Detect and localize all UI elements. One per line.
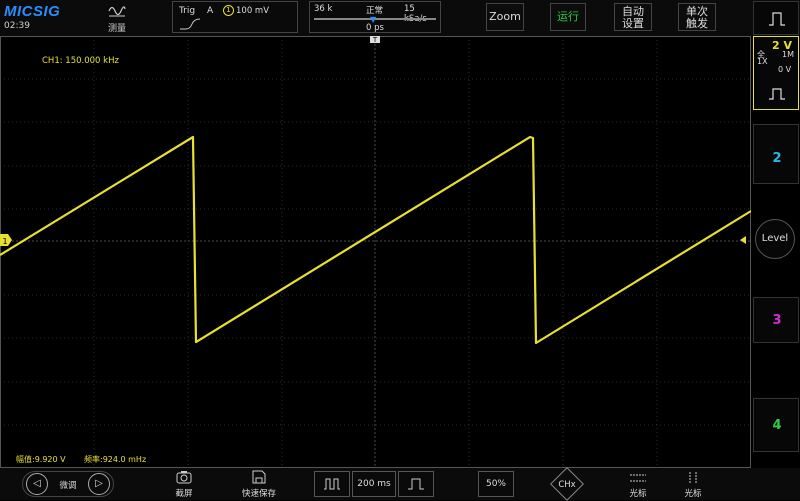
pulse-wave-icon — [769, 12, 785, 26]
ch1-waveform-shortcut[interactable] — [753, 1, 799, 35]
horizontal-delay: 0 ps — [366, 23, 384, 33]
trigger-panel[interactable]: Trig A 1 100 mV — [172, 1, 298, 33]
ch1-frequency-readout: CH1: 150.000 kHz — [42, 56, 119, 66]
trigger-channel-badge: 1 — [223, 5, 234, 16]
quick-save-button[interactable]: 快速保存 — [238, 470, 280, 500]
brand-logo: MICSIG — [4, 3, 61, 20]
chevron-left-icon[interactable]: ◁ — [26, 473, 48, 495]
auto-setup-button[interactable]: 自动 设置 — [614, 3, 652, 31]
single-trigger-button[interactable]: 单次 触发 — [678, 3, 716, 31]
narrow-pulse-icon — [408, 478, 424, 490]
vertical-cursor-button[interactable]: 光标 — [677, 470, 709, 500]
ch1-impedance: 1M — [782, 50, 794, 59]
timebase-increase-button[interactable] — [398, 471, 434, 497]
rising-edge-icon — [180, 18, 201, 30]
fine-tune-label[interactable]: 微调 — [52, 479, 84, 491]
wide-pulse-icon — [324, 478, 340, 490]
quick-save-label: 快速保存 — [241, 489, 276, 499]
horizontal-cursor-icon — [630, 474, 646, 482]
single-trigger-label-2: 触发 — [686, 17, 708, 30]
measure-button[interactable]: 测量 — [104, 2, 130, 34]
amplitude-measurement[interactable]: 幅值:9.920 V — [16, 454, 66, 465]
svg-text:T: T — [372, 36, 378, 44]
trigger-title: Trig — [179, 6, 196, 16]
top-bar: MICSIG 02:39 测量 Trig A 1 100 mV 36 k 正常 … — [0, 0, 800, 36]
run-button[interactable]: 运行 — [550, 3, 586, 31]
ch2-label: 2 — [772, 151, 782, 166]
ch1-marker-label: 1 — [2, 237, 7, 246]
save-icon — [252, 470, 266, 484]
zoom-button[interactable]: Zoom — [486, 3, 524, 31]
chx-button-label[interactable]: CHx — [552, 480, 582, 490]
horizontal-cursor-button[interactable]: 光标 — [622, 470, 654, 500]
clock: 02:39 — [4, 21, 30, 31]
measure-label: 测量 — [107, 24, 126, 34]
screenshot-button[interactable]: 截屏 — [168, 470, 200, 500]
timebase-value[interactable]: 200 ms — [352, 471, 396, 497]
sample-rate: 15 kSa/s — [404, 4, 427, 24]
ch1-offset: 0 V — [778, 65, 792, 74]
ch4-button[interactable]: 4 — [753, 398, 799, 452]
auto-setup-label-2: 设置 — [622, 17, 644, 30]
vertical-cursor-icon — [689, 472, 697, 484]
trigger-level-knob[interactable]: Level — [755, 219, 795, 259]
ch1-pulse-icon — [769, 88, 785, 100]
ch3-label: 3 — [772, 313, 782, 328]
sine-wave-icon — [108, 6, 126, 17]
camera-icon — [176, 471, 192, 484]
ch1-probe-ratio: 1X — [757, 57, 768, 66]
bottom-toolbar: ◁ 微调 ▷ 截屏 快速保存 200 ms 50% CHx 光标 光标 — [0, 467, 800, 501]
horizontal-cursor-label: 光标 — [629, 489, 647, 499]
trigger-time-marker-icon[interactable]: T — [370, 36, 380, 44]
frequency-measurement[interactable]: 频率:924.0 mHz — [84, 454, 146, 465]
vertical-cursor-label: 光标 — [684, 489, 702, 499]
timebase-panel[interactable]: 36 k 正常 15 kSa/s ▼ 0 ps — [309, 1, 441, 33]
waveform-display[interactable]: T 1 CH1: 150.000 kHz — [0, 36, 751, 468]
ch4-label: 4 — [772, 418, 782, 433]
timebase-decrease-button[interactable] — [314, 471, 350, 497]
chevron-right-icon[interactable]: ▷ — [88, 473, 110, 495]
memory-depth: 36 k — [314, 4, 333, 14]
ch2-button[interactable]: 2 — [753, 124, 799, 184]
trigger-level: 100 mV — [236, 6, 270, 16]
trigger-source: A — [207, 6, 214, 16]
ch3-button[interactable]: 3 — [753, 297, 799, 343]
screenshot-label: 截屏 — [175, 489, 193, 499]
ch1-settings-panel[interactable]: 2 V 全 1X 1M 0 V — [753, 36, 799, 110]
trigger-50-percent-button[interactable]: 50% — [478, 471, 514, 497]
